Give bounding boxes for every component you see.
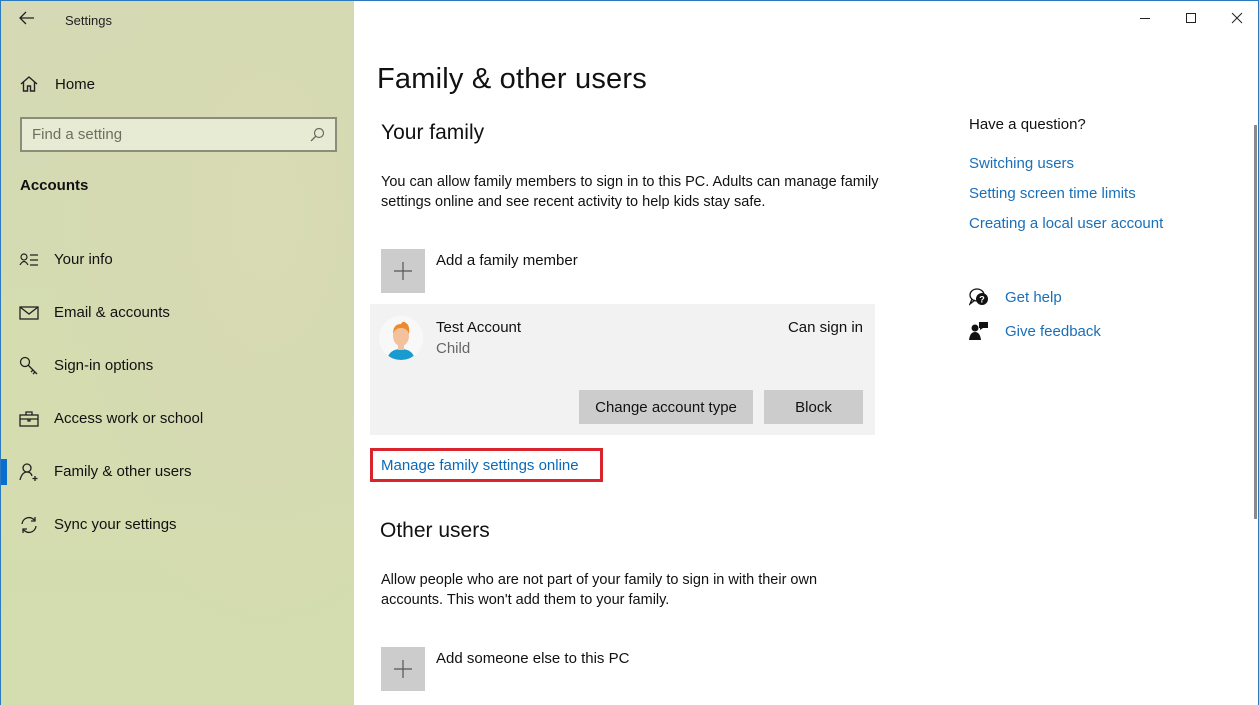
- change-account-type-button[interactable]: Change account type: [579, 390, 753, 424]
- close-button[interactable]: [1214, 1, 1258, 35]
- home-icon: [20, 76, 38, 92]
- your-family-heading: Your family: [381, 121, 485, 144]
- section-label-accounts: Accounts: [20, 177, 89, 194]
- sidebar-item-email-accounts[interactable]: Email & accounts: [1, 286, 354, 339]
- sidebar-item-sign-in-options[interactable]: Sign-in options: [1, 339, 354, 392]
- sidebar-item-family-other-users[interactable]: Family & other users: [1, 445, 354, 498]
- switching-users-link[interactable]: Switching users: [969, 155, 1074, 172]
- have-a-question-heading: Have a question?: [969, 116, 1086, 133]
- home-nav-item[interactable]: Home: [19, 71, 95, 97]
- block-button[interactable]: Block: [764, 390, 863, 424]
- window-controls: [1122, 1, 1258, 35]
- sidebar: Settings Home Accounts Your info Email &…: [1, 1, 354, 705]
- plus-icon: [381, 647, 425, 691]
- svg-text:?: ?: [979, 295, 985, 305]
- sync-icon: [19, 515, 39, 535]
- maximize-icon: [1186, 13, 1196, 23]
- search-box[interactable]: [20, 117, 337, 152]
- get-help-icon: ?: [969, 288, 988, 306]
- search-icon[interactable]: [309, 127, 325, 143]
- get-help-link[interactable]: ? Get help: [969, 287, 1062, 307]
- add-someone-else-button[interactable]: Add someone else to this PC: [381, 647, 629, 691]
- page-title: Family & other users: [377, 63, 647, 95]
- your-family-description: You can allow family members to sign in …: [381, 174, 879, 210]
- back-arrow-icon: [19, 11, 34, 25]
- minimize-icon: [1140, 18, 1150, 19]
- local-user-account-link[interactable]: Creating a local user account: [969, 215, 1163, 232]
- give-feedback-label: Give feedback: [1005, 322, 1101, 340]
- give-feedback-link[interactable]: Give feedback: [969, 321, 1101, 341]
- give-feedback-icon: [969, 322, 988, 340]
- main-content: Family & other users Your family You can…: [354, 1, 1258, 705]
- search-input[interactable]: [32, 126, 309, 143]
- plus-icon: [381, 249, 425, 293]
- child-avatar-icon: [379, 316, 423, 360]
- add-family-member-button[interactable]: Add a family member: [381, 249, 578, 293]
- scrollbar[interactable]: [1254, 125, 1257, 519]
- sidebar-item-label: Sign-in options: [54, 357, 154, 374]
- close-icon: [1231, 12, 1243, 24]
- app-title: Settings: [65, 13, 112, 28]
- mail-icon: [19, 303, 39, 323]
- sidebar-item-label: Your info: [54, 251, 113, 268]
- screen-time-limits-link[interactable]: Setting screen time limits: [969, 185, 1136, 202]
- sidebar-item-access-work[interactable]: Access work or school: [1, 392, 354, 445]
- sidebar-item-label: Family & other users: [54, 463, 192, 480]
- home-label: Home: [55, 75, 96, 93]
- sidebar-item-label: Email & accounts: [54, 304, 170, 321]
- maximize-button[interactable]: [1168, 1, 1214, 35]
- back-button[interactable]: [15, 7, 39, 29]
- sidebar-item-your-info[interactable]: Your info: [1, 233, 354, 286]
- account-name: Test Account: [436, 319, 522, 336]
- sidebar-nav: Your info Email & accounts Sign-in optio…: [1, 233, 354, 551]
- other-users-description: Allow people who are not part of your fa…: [381, 572, 818, 608]
- account-status: Can sign in: [787, 319, 863, 336]
- sidebar-item-sync-settings[interactable]: Sync your settings: [1, 498, 354, 551]
- account-type: Child: [436, 340, 471, 357]
- avatar: [379, 316, 423, 360]
- key-icon: [19, 356, 39, 376]
- add-family-member-label: Add a family member: [436, 252, 578, 269]
- contact-info-icon: [19, 250, 39, 270]
- family-account-card[interactable]: Test Account Child Can sign in Change ac…: [370, 304, 875, 435]
- add-person-icon: [19, 462, 39, 482]
- manage-family-settings-link[interactable]: Manage family settings online: [370, 448, 603, 482]
- get-help-label: Get help: [1005, 288, 1062, 306]
- settings-window: Settings Home Accounts Your info Email &…: [0, 0, 1259, 705]
- briefcase-icon: [19, 409, 39, 429]
- minimize-button[interactable]: [1122, 1, 1168, 35]
- other-users-heading: Other users: [380, 519, 490, 542]
- add-someone-else-label: Add someone else to this PC: [436, 650, 630, 667]
- sidebar-item-label: Access work or school: [54, 410, 204, 427]
- sidebar-item-label: Sync your settings: [54, 516, 177, 533]
